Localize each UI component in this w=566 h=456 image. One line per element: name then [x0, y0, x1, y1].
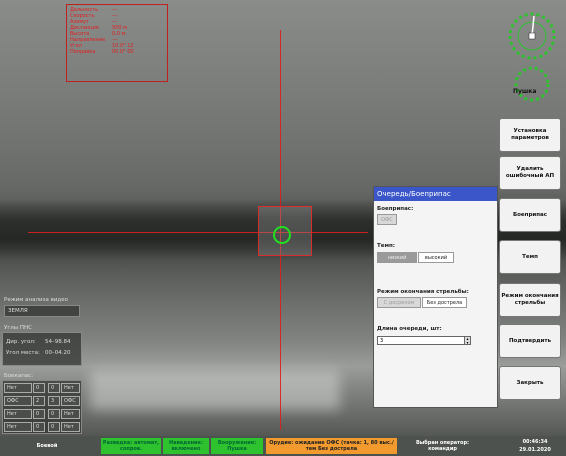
ammo-left-name-2: Нет	[4, 409, 32, 419]
set-parameters-button[interactable]: Установка параметров	[499, 118, 561, 152]
ammo-left-count-3: 0	[33, 422, 45, 432]
clock-date: 29.01.2020	[519, 447, 551, 453]
close-button[interactable]: Закрыть	[499, 366, 561, 400]
pns-panel: Дир. угол: 54–98.84 Угол места: 00–04.20	[2, 332, 82, 366]
operator-status: Выбран оператор: командир	[415, 440, 470, 452]
gun-compass-icon	[514, 66, 550, 102]
ammo-button[interactable]: Боеприпас	[499, 198, 561, 232]
ammo-label: Боеприпас:	[377, 206, 414, 212]
ammo-right-name-1: ОФС	[61, 396, 80, 406]
end-mode-button[interactable]: Режим окончания стрельбы	[499, 283, 561, 317]
aim-circle-icon	[273, 226, 291, 244]
ammo-right-name-0: Нет	[61, 383, 80, 393]
clock-time: 00:46:34	[522, 439, 548, 445]
ammo-right-count-1: 3	[48, 396, 60, 406]
delete-wrong-ap-button[interactable]: Удалить ошибочный АП	[499, 156, 561, 190]
gun-status: Орудие: ожидание ОФС (тачка: 1, 80 выс./…	[266, 438, 397, 454]
compass-label: Пушка	[513, 88, 537, 95]
rate-label: Темп:	[377, 243, 395, 249]
burst-length-label: Длина очереди, шт:	[377, 326, 442, 332]
pns-azimuth-label: Дир. угол:	[6, 339, 36, 345]
pns-elevation-label: Угол места:	[6, 350, 40, 356]
ammo-left-name-1: ОФС	[4, 396, 32, 406]
ammo-left-count-2: 0	[33, 409, 45, 419]
end-mode-without-option[interactable]: Без дострела	[422, 297, 467, 308]
ammo-left-count-0: 0	[33, 383, 45, 393]
dialog-title: Очередь/Боеприпас	[374, 187, 497, 201]
analysis-mode-value[interactable]: ЗЕМЛЯ	[4, 305, 80, 317]
ammo-left-count-1: 2	[33, 396, 45, 406]
turret-compass-icon	[508, 12, 556, 60]
weapon-status: Вооружение: Пушка	[211, 438, 263, 454]
pns-elevation-value: 00–04.20	[45, 350, 71, 356]
recon-status: Разведка: автомат, сопров.	[101, 438, 161, 454]
analysis-mode-title: Режим анализа видео	[4, 297, 68, 303]
telemetry-box: Дальность --- Скорость --- Азимут --- Дистанци…	[66, 4, 168, 82]
burst-spinner-icon[interactable]: ▴ ▾	[464, 336, 471, 345]
pns-title: Углы ПНС	[4, 325, 32, 331]
ammo-right-count-0: 0	[48, 383, 60, 393]
ammo-left-name-0: Нет	[4, 383, 32, 393]
reticle-horizontal-line	[28, 232, 368, 233]
guidance-status: Наведение: включено	[163, 438, 209, 454]
ammo-option[interactable]: ОФС	[377, 214, 397, 225]
telemetry-label: Поправка	[70, 49, 96, 55]
ammo-right-count-2: 0	[48, 409, 60, 419]
pns-azimuth-value: 54–98.84	[45, 339, 71, 345]
rate-high-option[interactable]: высокий	[418, 252, 454, 263]
confirm-button[interactable]: Подтвердить	[499, 324, 561, 358]
telemetry-row: Поправка 00.0° 00	[70, 49, 164, 55]
ammo-left-name-3: Нет	[4, 422, 32, 432]
snow-patch	[90, 370, 340, 410]
ammo-stock-title: Боекапас:	[4, 373, 34, 379]
end-mode-label: Режим окончания стрельбы:	[377, 289, 469, 295]
burst-length-input[interactable]: 3	[377, 336, 470, 345]
mode-status: Боевой	[36, 443, 58, 449]
ammo-right-name-2: Нет	[61, 409, 80, 419]
end-mode-with-option[interactable]: С досрелом	[377, 297, 421, 308]
rate-low-option[interactable]: низкий	[377, 252, 417, 263]
telemetry-value: 00.0° 00	[112, 49, 134, 55]
rate-button[interactable]: Темп	[499, 240, 561, 274]
ammo-right-name-3: Нет	[61, 422, 80, 432]
ammo-right-count-3: 0	[48, 422, 60, 432]
